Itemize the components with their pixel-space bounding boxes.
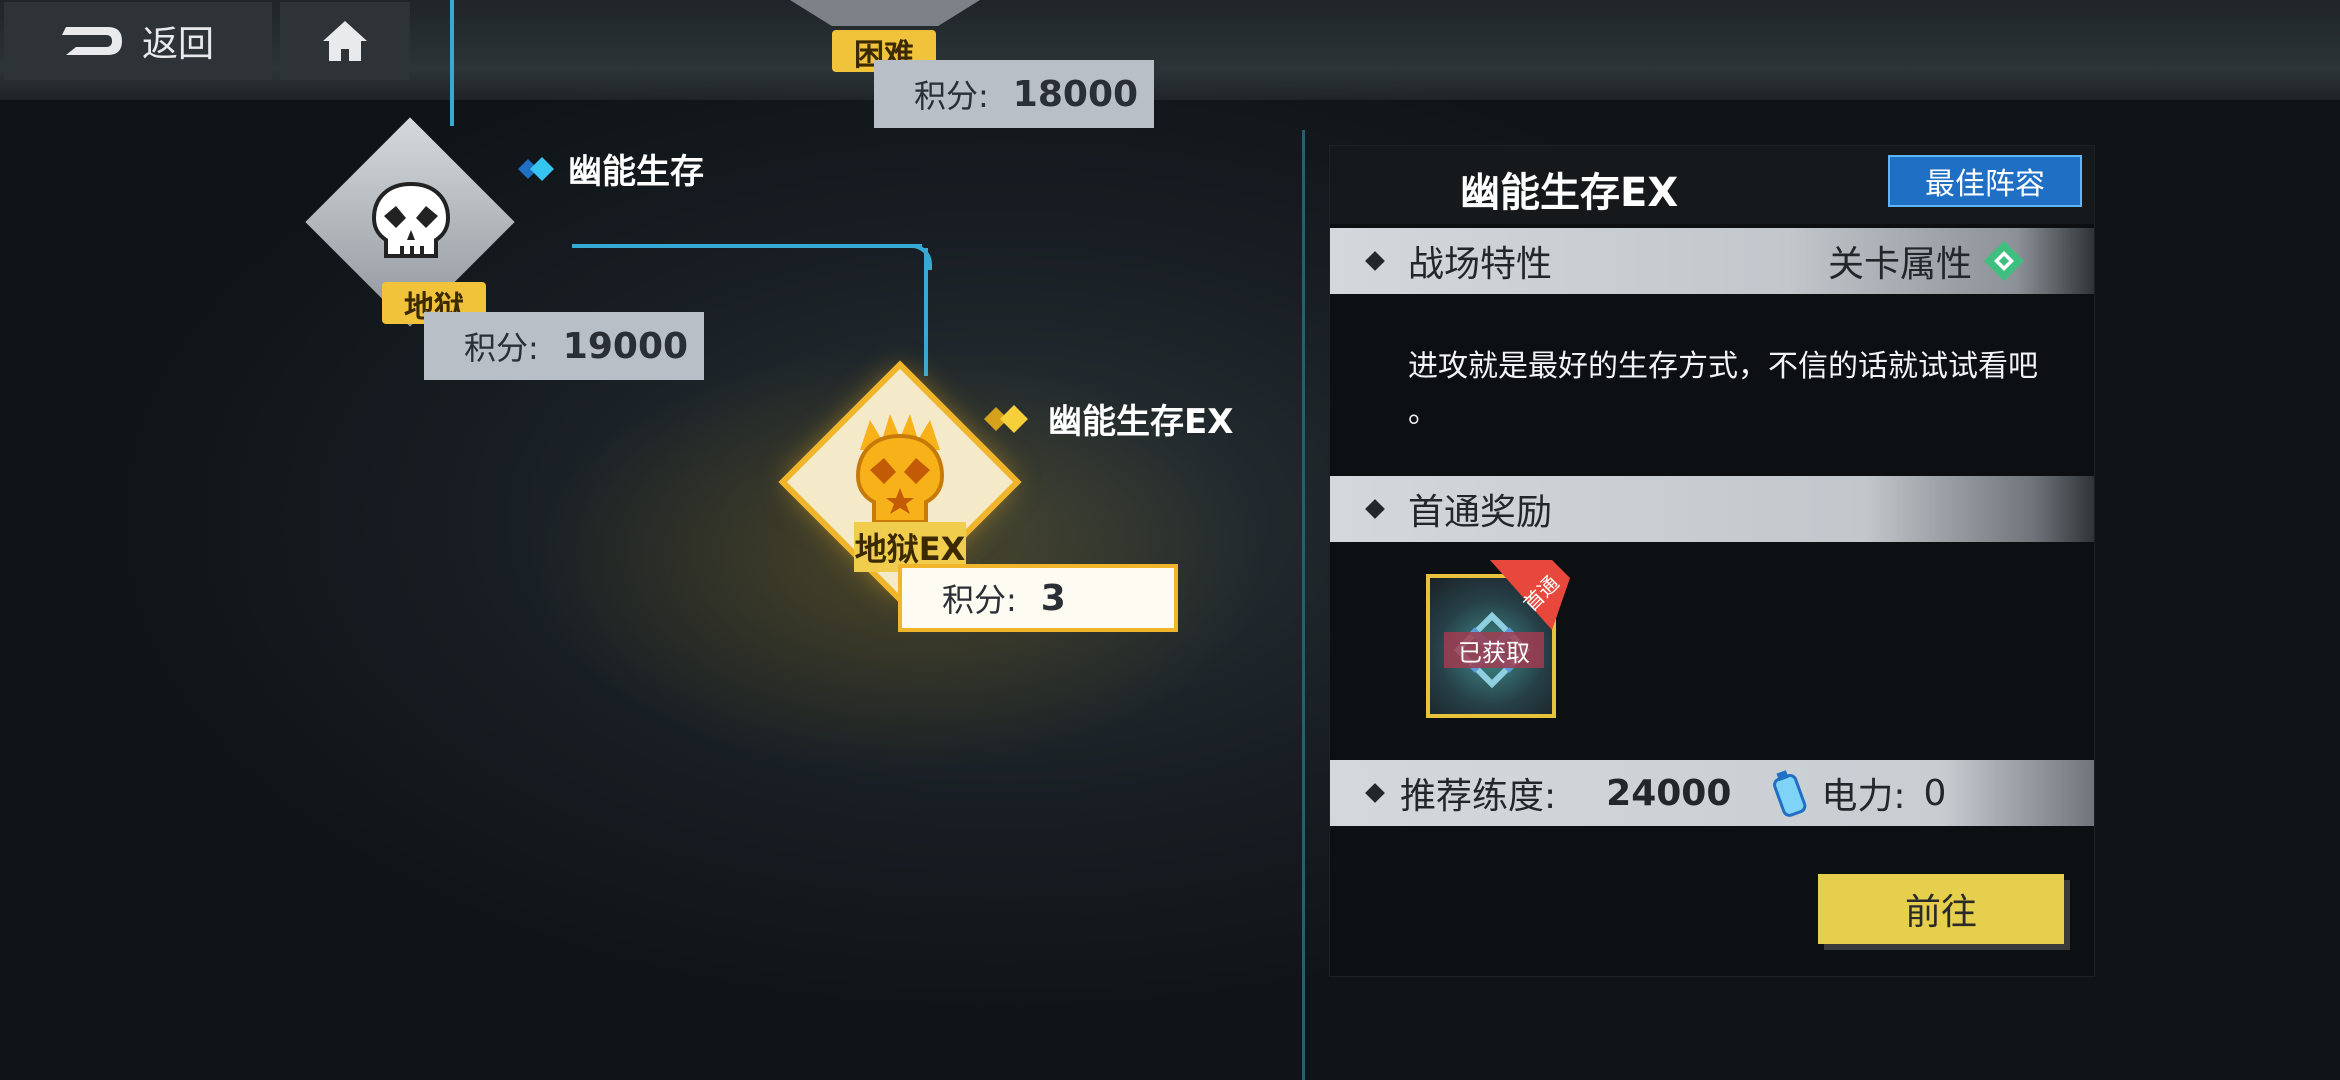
score-value: 3	[1040, 577, 1066, 619]
diamond-marker-icon	[984, 404, 1028, 433]
attribute-icon	[1984, 241, 2024, 281]
home-button[interactable]	[280, 2, 410, 80]
diamond-bullet-icon	[1365, 251, 1385, 271]
score-value: 18000	[1012, 73, 1139, 115]
flaming-skull-icon	[855, 414, 945, 524]
node-shape	[790, 0, 980, 26]
recommend-label: 推荐练度:	[1400, 776, 1557, 817]
score-box: 积分: 19000	[424, 312, 704, 380]
battlefield-label: 战场特性	[1408, 244, 1553, 285]
back-arrow-icon	[62, 27, 122, 55]
go-button[interactable]: 前往	[1818, 874, 2064, 944]
path-line	[450, 0, 454, 126]
description-text: 进攻就是最好的生存方式，不信的话就试试看吧	[1408, 349, 2038, 384]
first-clear-label: 首通奖励	[1408, 492, 1553, 533]
battery-icon	[1773, 770, 1807, 817]
battlefield-description: 进攻就是最好的生存方式，不信的话就试试看吧 。	[1408, 344, 2068, 436]
recommend-value: 24000	[1606, 772, 1732, 814]
score-label: 积分:	[464, 329, 539, 367]
skull-icon	[371, 182, 451, 258]
stage-name-label: 幽能生存EX	[1048, 402, 1234, 442]
best-team-button[interactable]: 最佳阵容	[1888, 155, 2082, 207]
stage-name-label: 幽能生存	[568, 152, 704, 192]
score-value: 19000	[562, 325, 689, 367]
stage-name: 幽能生存EX	[976, 394, 1233, 443]
first-clear-header: 首通奖励	[1330, 476, 2094, 542]
stage-attr-label: 关卡属性	[1827, 244, 1972, 285]
description-tail: 。	[1408, 395, 1438, 430]
score-box: 积分: 18000	[874, 60, 1154, 128]
diamond-bullet-icon	[1365, 499, 1385, 519]
score-label: 积分:	[942, 581, 1017, 619]
diamond-bullet-icon	[1365, 783, 1385, 803]
back-label: 返回	[142, 24, 215, 65]
back-button[interactable]: 返回	[4, 2, 272, 80]
power-value: 0	[1923, 772, 1947, 814]
requirement-row: 推荐练度: 24000 电力: 0	[1330, 760, 2094, 826]
score-label: 积分:	[914, 77, 989, 115]
power-label: 电力:	[1821, 776, 1906, 817]
path-corner	[906, 244, 932, 270]
diamond-marker-icon	[518, 156, 554, 181]
home-icon	[323, 21, 367, 61]
path-line	[572, 244, 922, 248]
reward-obtained-label: 已获取	[1444, 632, 1544, 668]
stage-attr-button[interactable]	[1982, 239, 2026, 283]
score-box: 积分: 3	[898, 564, 1178, 632]
battlefield-header: 战场特性 关卡属性	[1330, 228, 2094, 294]
panel-title: 幽能生存EX	[1460, 170, 1679, 216]
stage-node-hell[interactable]	[305, 117, 515, 327]
first-clear-ribbon: 首通	[1490, 560, 1570, 630]
stage-name: 幽能生存	[508, 144, 704, 193]
panel-divider	[1302, 130, 1305, 1080]
